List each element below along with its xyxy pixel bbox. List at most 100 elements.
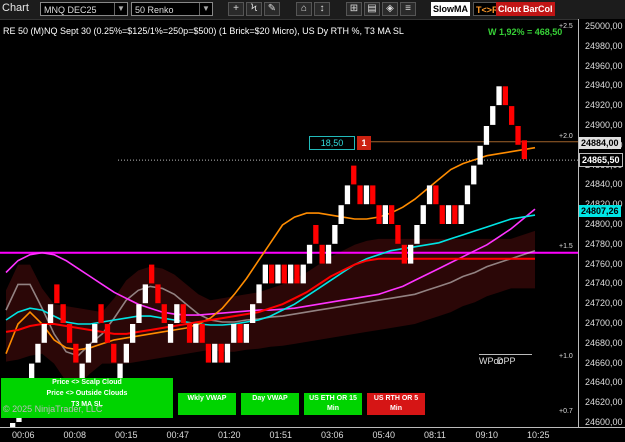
price-tick-label: 24620,00 <box>585 397 623 408</box>
up-brick <box>445 205 452 224</box>
price-label-target: 24884,00 <box>579 137 621 149</box>
price-tick-label: 24760,00 <box>585 258 623 269</box>
us-eth-or-button[interactable]: US ETH OR 15 Min <box>304 393 362 415</box>
up-brick <box>275 264 281 284</box>
up-brick <box>496 86 502 106</box>
position-count-badge[interactable]: 1 <box>357 136 371 150</box>
down-brick <box>180 304 186 323</box>
down-brick <box>205 343 212 363</box>
level-label: +2.0 <box>559 133 573 140</box>
time-tick-label: 00:47 <box>166 430 190 440</box>
time-tick-label: 00:15 <box>115 430 138 440</box>
up-brick <box>426 185 433 205</box>
down-brick <box>54 284 60 304</box>
outside-clouds-button[interactable]: Price <> Outside Clouds <box>1 389 173 400</box>
price-axis[interactable]: 25000,00 24980,00 24960,00 24940,00 24920,00… <box>578 19 625 427</box>
price-tick-label: 24700,00 <box>585 318 623 328</box>
time-tick-label: 05:40 <box>372 430 396 440</box>
up-brick <box>243 324 249 343</box>
chevron-down-icon[interactable]: ▼ <box>114 3 127 15</box>
down-brick <box>161 304 167 323</box>
down-brick <box>60 304 66 323</box>
down-brick <box>73 343 79 363</box>
price-tick-label: 24920,00 <box>585 100 623 111</box>
bar-type-selector[interactable]: 50 Renko ▼ <box>131 2 213 16</box>
wkly-vwap-button[interactable]: Wkly VWAP <box>178 393 236 415</box>
up-brick <box>477 145 483 165</box>
price-tick-label: 24640,00 <box>585 377 623 388</box>
zoom-icon[interactable]: Ϟ <box>246 2 262 16</box>
position-calculator-value[interactable]: 18,50 <box>309 136 355 150</box>
us-rth-or-button[interactable]: US RTH OR 5 Min <box>367 393 425 415</box>
down-brick <box>269 264 275 284</box>
down-brick <box>370 185 376 205</box>
up-brick <box>306 244 313 264</box>
price-label-last: 24865,50 <box>579 153 623 167</box>
down-brick <box>502 86 508 106</box>
price-tick-label: 25000,00 <box>585 20 623 31</box>
down-brick <box>319 244 325 264</box>
down-brick <box>237 324 243 343</box>
down-brick <box>433 185 439 205</box>
up-brick <box>231 324 237 343</box>
price-tick-label: 24940,00 <box>585 80 623 91</box>
up-brick <box>483 126 490 145</box>
down-brick <box>452 205 458 224</box>
up-brick <box>224 343 231 363</box>
time-axis[interactable]: 00:06 00:08 00:15 00:47 01:20 01:51 03:06 05:40… <box>0 427 625 442</box>
up-brick <box>256 284 262 304</box>
chart-description: RE 50 (M)NQ Sept 30 (0.25%=$125/1%=250p=… <box>3 26 404 36</box>
down-brick <box>521 140 527 160</box>
down-brick <box>66 324 73 343</box>
scalp-cloud-button[interactable]: Price <> Scalp Cloud <box>1 378 173 389</box>
data-box-icon[interactable]: ▤ <box>364 2 380 16</box>
dpp-label: DPP <box>497 356 516 366</box>
up-brick <box>414 225 420 244</box>
day-vwap-button[interactable]: Day VWAP <box>241 393 299 415</box>
draw-tool-icon[interactable]: ✎ <box>264 2 280 16</box>
up-brick <box>193 324 199 343</box>
level-label: +2.5 <box>559 23 573 30</box>
up-brick <box>464 185 471 205</box>
time-tick-label: 00:08 <box>63 430 87 440</box>
up-brick <box>136 304 142 323</box>
up-brick <box>325 244 332 264</box>
down-brick <box>357 185 363 205</box>
down-brick <box>509 106 515 125</box>
chevron-down-icon[interactable]: ▼ <box>199 3 212 15</box>
panels-icon[interactable]: ⊞ <box>346 2 362 16</box>
price-tick-label: 24740,00 <box>585 278 623 289</box>
time-tick-label: 03:06 <box>321 430 344 440</box>
barcol-toggle[interactable]: BarCol <box>521 2 555 16</box>
time-tick-label: 09:10 <box>475 430 499 440</box>
scale-icon[interactable]: ↕ <box>314 2 330 16</box>
down-brick <box>395 225 401 244</box>
price-tick-label: 24600,00 <box>585 417 623 428</box>
price-tick-label: 24660,00 <box>585 357 623 368</box>
level-label: +1.0 <box>559 353 573 360</box>
up-brick <box>130 324 136 343</box>
strategy-icon[interactable]: ◈ <box>382 2 398 16</box>
instrument-selector[interactable]: MNQ DEC25 ▼ <box>40 2 128 16</box>
bar-type-value: 50 Renko <box>135 5 174 15</box>
up-brick <box>41 324 47 343</box>
slowma-toggle[interactable]: SlowMA <box>431 2 470 16</box>
price-tick-label: 24980,00 <box>585 40 623 51</box>
up-brick <box>338 205 344 224</box>
home-icon[interactable]: ⌂ <box>296 2 312 16</box>
price-tick-label: 24720,00 <box>585 298 623 309</box>
price-tick-label: 24800,00 <box>585 218 623 229</box>
down-brick <box>104 324 111 343</box>
down-brick <box>439 205 445 224</box>
up-brick <box>471 165 477 185</box>
up-brick <box>212 343 218 363</box>
price-tick-label: 24960,00 <box>585 60 623 71</box>
level-label: +0.7 <box>559 408 573 415</box>
up-brick <box>85 343 92 363</box>
properties-icon[interactable]: ≡ <box>400 2 416 16</box>
crosshair-icon[interactable]: + <box>228 2 244 16</box>
price-label-ema: 24807,26 <box>579 205 621 217</box>
up-brick <box>123 343 129 363</box>
down-brick <box>401 244 407 264</box>
down-brick <box>218 343 224 363</box>
